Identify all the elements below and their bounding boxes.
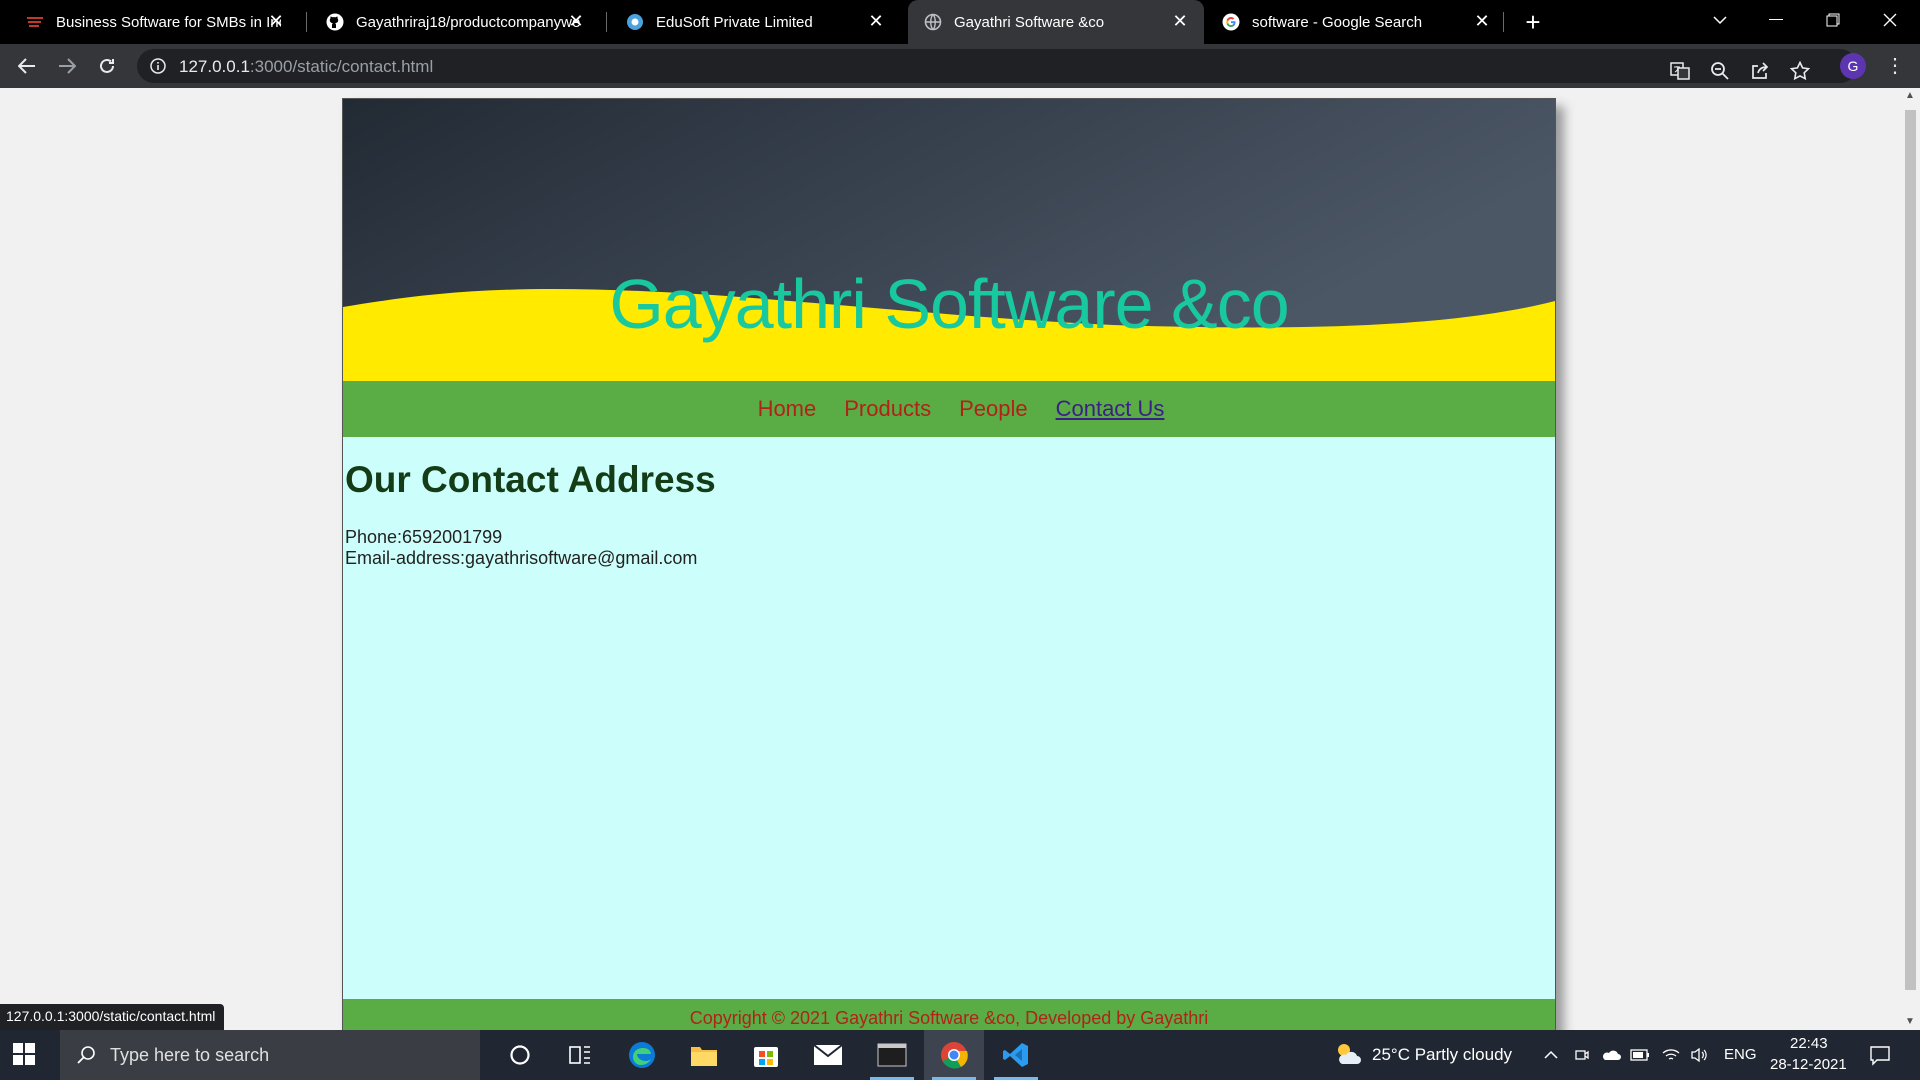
tab-strip: Business Software for SMBs in India ✕ Ga…: [0, 0, 1920, 44]
bookmark-star-icon[interactable]: [1787, 58, 1813, 84]
nav-products-link[interactable]: Products: [844, 396, 931, 422]
contact-email: Email-address:gayathrisoftware@gmail.com: [345, 548, 698, 568]
vscode-icon[interactable]: [986, 1030, 1046, 1080]
terminal-icon[interactable]: [862, 1030, 922, 1080]
close-tab-icon[interactable]: ✕: [566, 11, 586, 31]
microsoft-store-icon[interactable]: [736, 1030, 796, 1080]
close-tab-icon[interactable]: ✕: [1472, 11, 1492, 31]
contact-section: Our Contact Address Phone:6592001799 Ema…: [345, 459, 716, 569]
tab-title: Business Software for SMBs in India: [56, 13, 281, 31]
tab-gayathri[interactable]: Gayathri Software &co ✕: [908, 0, 1204, 44]
file-explorer-icon[interactable]: [674, 1030, 734, 1080]
clock-time[interactable]: 22:43: [1790, 1035, 1828, 1052]
brand-title: Gayathri Software &co: [609, 265, 1289, 343]
translate-icon[interactable]: [1667, 58, 1693, 84]
close-window-button[interactable]: [1862, 0, 1918, 40]
mail-icon[interactable]: [798, 1030, 858, 1080]
page-viewport: Gayathri Software &co Home Products Peop…: [0, 88, 1900, 1030]
notifications-icon[interactable]: [1868, 1043, 1892, 1067]
search-placeholder: Type here to search: [110, 1044, 270, 1065]
browser-menu-icon[interactable]: ⋮: [1885, 54, 1905, 78]
input-language[interactable]: ENG: [1724, 1046, 1757, 1063]
close-tab-icon[interactable]: ✕: [266, 11, 286, 31]
volume-icon[interactable]: [1689, 1045, 1709, 1065]
search-icon: [76, 1045, 96, 1065]
busy-logo-icon: [26, 13, 44, 31]
scroll-down-arrow[interactable]: ▼: [1904, 1016, 1916, 1028]
clock-date[interactable]: 28-12-2021: [1770, 1056, 1847, 1073]
site-info-icon[interactable]: [149, 57, 167, 75]
nav-home-link[interactable]: Home: [758, 396, 817, 422]
profile-avatar[interactable]: G: [1840, 53, 1866, 79]
meet-now-icon[interactable]: [1572, 1045, 1592, 1065]
battery-icon[interactable]: [1630, 1045, 1650, 1065]
windows-start-icon[interactable]: [12, 1042, 38, 1068]
task-view-icon[interactable]: [550, 1030, 610, 1080]
tab-separator: [306, 12, 307, 32]
edusoft-icon: [626, 13, 644, 31]
scroll-up-arrow[interactable]: ▲: [1904, 90, 1916, 102]
scrollbar-thumb[interactable]: [1905, 110, 1916, 990]
tab-search-icon[interactable]: [1692, 0, 1748, 40]
browser-toolbar: 127.0.0.1:3000/static/contact.html G ⋮: [0, 44, 1920, 88]
share-icon[interactable]: [1747, 58, 1773, 84]
tab-title: Gayathriraj18/productcompanywebsite: [356, 13, 581, 31]
tab-separator: [606, 12, 607, 32]
onedrive-icon[interactable]: [1601, 1045, 1621, 1065]
close-tab-icon[interactable]: ✕: [866, 11, 886, 31]
show-hidden-icons-icon[interactable]: [1541, 1045, 1561, 1065]
address-bar[interactable]: 127.0.0.1:3000/static/contact.html: [137, 49, 1857, 83]
github-icon: [326, 13, 344, 31]
url-text[interactable]: 127.0.0.1:3000/static/contact.html: [179, 57, 433, 77]
nav-contact-link[interactable]: Contact Us: [1056, 396, 1165, 422]
url-path: :3000/static/contact.html: [249, 57, 434, 76]
minimize-button[interactable]: [1748, 0, 1804, 40]
restore-button[interactable]: [1805, 0, 1861, 40]
tab-title: EduSoft Private Limited: [656, 13, 813, 31]
link-status-bubble: 127.0.0.1:3000/static/contact.html: [0, 1004, 225, 1030]
site-footer: Copyright © 2021 Gayathri Software &co, …: [343, 999, 1555, 1030]
tab-title: software - Google Search: [1252, 13, 1423, 31]
weather-text[interactable]: 25°C Partly cloudy: [1372, 1045, 1512, 1065]
chrome-icon[interactable]: [924, 1030, 984, 1080]
back-button[interactable]: [12, 51, 42, 81]
tab-edusoft[interactable]: EduSoft Private Limited ✕: [610, 0, 900, 44]
site-container: Gayathri Software &co Home Products Peop…: [342, 98, 1556, 1030]
wifi-icon[interactable]: [1661, 1045, 1681, 1065]
page-scrollbar[interactable]: ▲ ▼: [1900, 88, 1920, 1030]
site-nav: Home Products People Contact Us: [343, 381, 1555, 437]
cortana-icon[interactable]: [490, 1030, 550, 1080]
tab-separator: [1503, 12, 1504, 32]
contact-phone: Phone:6592001799: [345, 527, 503, 547]
globe-icon: [924, 13, 942, 31]
forward-button[interactable]: [52, 51, 82, 81]
tab-busy[interactable]: Business Software for SMBs in India ✕: [10, 0, 300, 44]
tab-google[interactable]: software - Google Search ✕: [1206, 0, 1506, 44]
zoom-icon[interactable]: [1707, 58, 1733, 84]
url-host: 127.0.0.1: [179, 57, 250, 76]
new-tab-button[interactable]: +: [1519, 8, 1547, 36]
windows-taskbar: Type here to search 25°C Partly cloudy E…: [0, 1030, 1920, 1080]
nav-people-link[interactable]: People: [959, 396, 1028, 422]
weather-partly-cloudy-icon[interactable]: [1334, 1040, 1362, 1068]
tab-title: Gayathri Software &co: [954, 13, 1105, 31]
google-icon: [1222, 13, 1240, 31]
taskbar-search-box[interactable]: Type here to search: [60, 1030, 480, 1080]
page-heading: Our Contact Address: [345, 459, 716, 500]
edge-browser-icon[interactable]: [612, 1030, 672, 1080]
tab-github[interactable]: Gayathriraj18/productcompanywebsite ✕: [310, 0, 600, 44]
reload-button[interactable]: [92, 51, 122, 81]
close-tab-icon[interactable]: ✕: [1170, 11, 1190, 31]
hero-banner: Gayathri Software &co: [343, 99, 1555, 381]
